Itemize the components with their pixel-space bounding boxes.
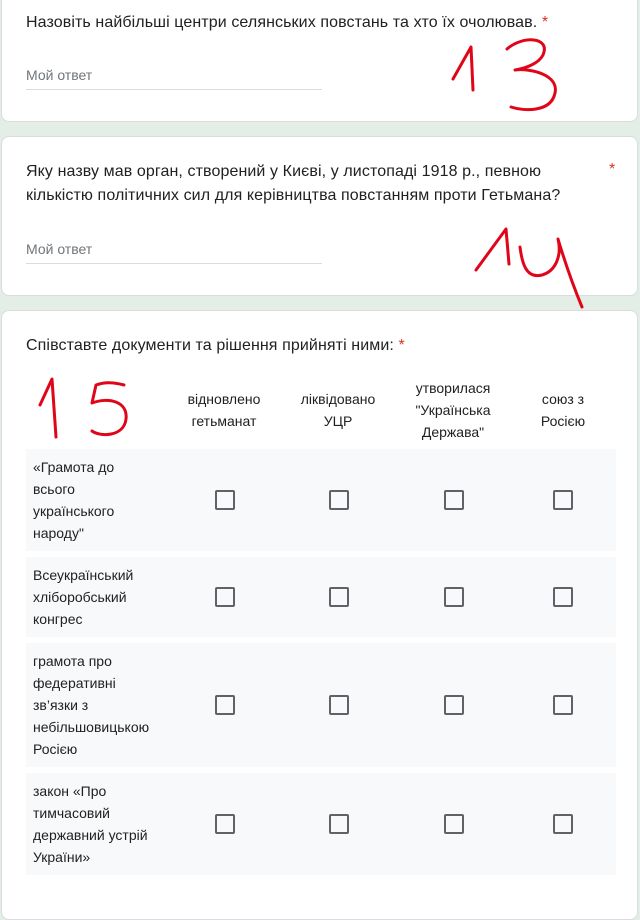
question-title: Назовіть найбільші центри селянських пов… — [26, 11, 548, 35]
checkbox-row1-col1[interactable] — [215, 490, 235, 510]
checkbox-row1-col4[interactable] — [553, 490, 573, 510]
column-header-line: гетьманат — [191, 413, 257, 429]
row-label-line: українського — [33, 503, 115, 519]
checkbox-row3-col3[interactable] — [444, 695, 464, 715]
checkbox-row3-col1[interactable] — [215, 695, 235, 715]
checkbox-row1-col3[interactable] — [444, 490, 464, 510]
row-label-line: хліборобський — [33, 589, 127, 605]
row-label-line: небільшовицькою — [33, 719, 150, 735]
column-header-line: Росією — [540, 413, 586, 429]
question-text-line1: Яку назву мав орган, створений у Києві, … — [26, 163, 542, 180]
column-header-restored-hetmanate: відновлено гетьманат — [167, 388, 281, 432]
checkbox-row2-col2[interactable] — [329, 587, 349, 607]
handwritten-number-14 — [474, 227, 584, 309]
checkbox-row2-col1[interactable] — [215, 587, 235, 607]
row-label: «Грамота до всього українського народу" — [33, 456, 173, 544]
checkbox-row2-col3[interactable] — [444, 587, 464, 607]
question-title: Співставте документи та рішення прийняті… — [26, 334, 405, 358]
row-label: закон «Про тимчасовий державний устрій У… — [33, 780, 173, 868]
answer-input[interactable] — [26, 241, 322, 257]
row-label: Всеукраїнський хліборобський конгрес — [33, 564, 173, 630]
short-answer-field[interactable] — [26, 67, 322, 90]
question-title: Яку назву мав орган, створений у Києві, … — [26, 160, 586, 208]
checkbox-row4-col1[interactable] — [215, 814, 235, 834]
row-label-line: України» — [33, 849, 91, 865]
question-card-15: Співставте документи та рішення прийняті… — [1, 310, 638, 920]
row-label-line: державний устрій — [33, 827, 148, 843]
column-header-line: ліквідовано — [300, 391, 376, 407]
checkbox-row1-col2[interactable] — [329, 490, 349, 510]
checkbox-row3-col2[interactable] — [329, 695, 349, 715]
column-header-union-with-russia: союз з Росією — [506, 388, 620, 432]
required-asterisk: * — [609, 161, 616, 178]
row-label-line: «Грамота до — [33, 459, 115, 475]
question-card-13: Назовіть найбільші центри селянських пов… — [1, 0, 638, 122]
required-asterisk: * — [541, 14, 549, 31]
column-header-abolished-ucr: ліквідовано УЦР — [281, 388, 395, 432]
column-header-line: "Українська — [415, 402, 491, 418]
answer-input[interactable] — [26, 67, 322, 83]
question-text: Назовіть найбільші центри селянських пов… — [26, 14, 538, 31]
row-label-line: зв’язки з — [33, 697, 89, 713]
row-label: грамота про федеративні зв’язки з небіль… — [33, 650, 173, 760]
column-header-line: УЦР — [323, 413, 353, 429]
row-label-line: тимчасовий — [33, 805, 110, 821]
row-label-line: всього — [33, 481, 75, 497]
required-asterisk: * — [398, 337, 405, 354]
row-label-line: грамота про — [33, 653, 112, 669]
checkbox-row4-col3[interactable] — [444, 814, 464, 834]
question-text-line2: кількістю політичних сил для керівництва… — [26, 187, 561, 204]
row-label-line: конгрес — [33, 611, 83, 627]
checkbox-row2-col4[interactable] — [553, 587, 573, 607]
column-header-line: утворилася — [415, 380, 491, 396]
column-header-line: відновлено — [187, 391, 261, 407]
row-label-line: федеративні — [33, 675, 116, 691]
column-header-line: Держава" — [421, 424, 485, 440]
row-label-line: народу" — [33, 525, 84, 541]
checkbox-row4-col2[interactable] — [329, 814, 349, 834]
short-answer-field[interactable] — [26, 241, 322, 264]
row-label-line: закон «Про — [33, 783, 107, 799]
row-label-line: Всеукраїнський — [33, 567, 134, 583]
checkbox-row4-col4[interactable] — [553, 814, 573, 834]
row-label-line: Росією — [33, 741, 78, 757]
handwritten-number-15 — [38, 377, 128, 439]
checkbox-row3-col4[interactable] — [553, 695, 573, 715]
column-header-line: союз з — [541, 391, 585, 407]
column-header-ukrainian-state: утворилася "Українська Держава" — [396, 377, 510, 443]
question-card-14: Яку назву мав орган, створений у Києві, … — [1, 136, 638, 309]
handwritten-number-13 — [451, 38, 557, 112]
question-text: Співставте документи та рішення прийняті… — [26, 337, 394, 354]
